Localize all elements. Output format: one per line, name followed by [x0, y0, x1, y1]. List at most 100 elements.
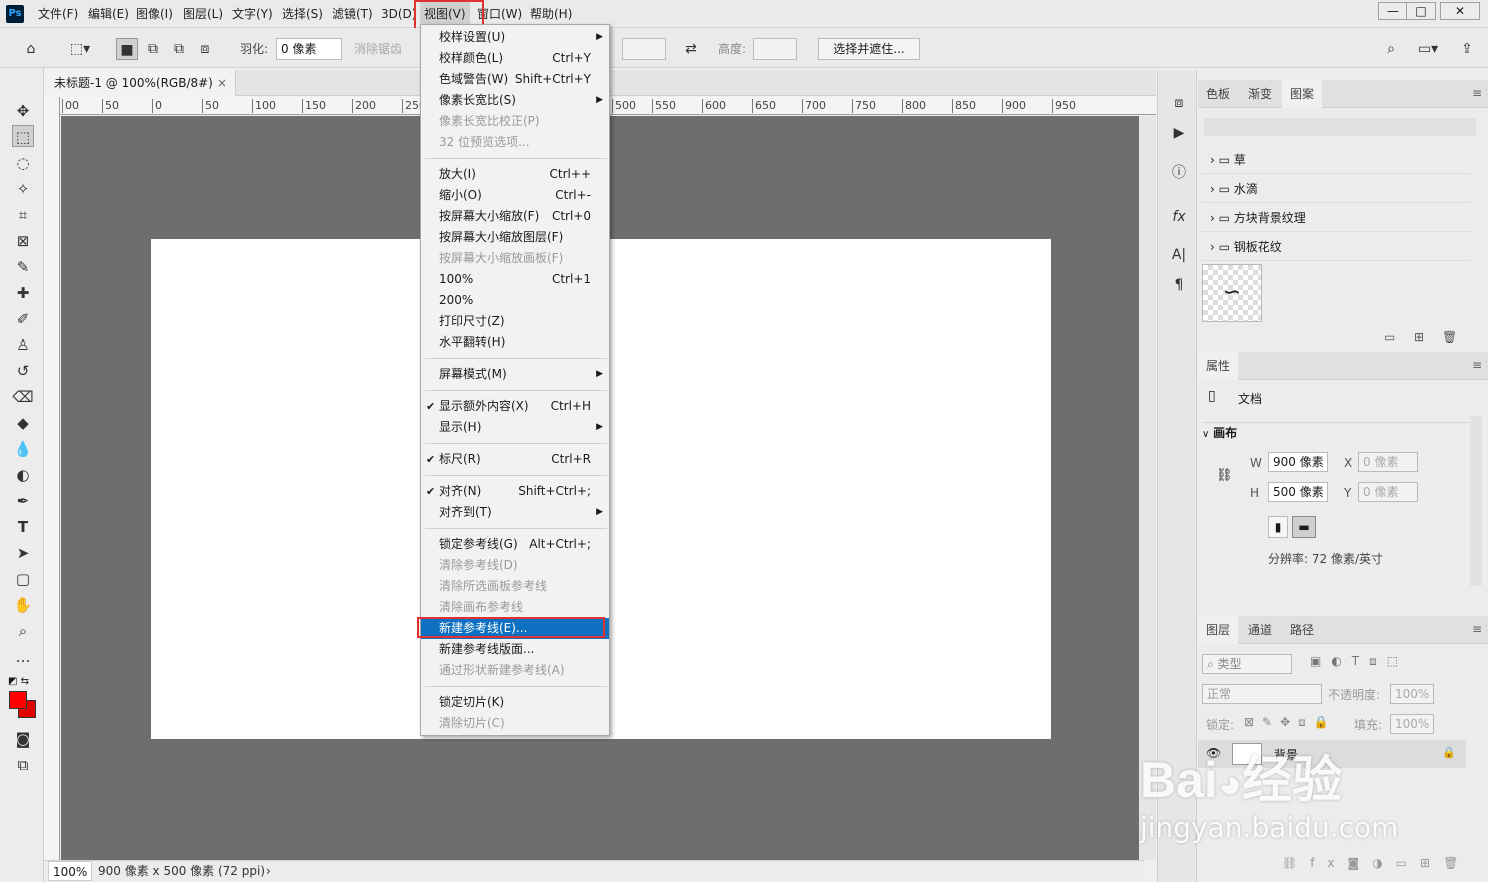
eraser-tool-icon[interactable]: ⌫: [12, 386, 34, 408]
select-and-mask-button[interactable]: 选择并遮住...: [818, 38, 920, 60]
frame-tool-icon[interactable]: ⊠: [12, 230, 34, 252]
lasso-tool-icon[interactable]: ◌: [12, 152, 34, 174]
pattern-group[interactable]: › ▭ 方块背景纹理: [1202, 204, 1470, 232]
minimize-button[interactable]: —: [1378, 2, 1408, 20]
layer-filter-icons[interactable]: ▣◐T⧈⬚: [1310, 654, 1408, 669]
panel-menu-icon[interactable]: ≡: [1472, 622, 1482, 636]
height-input[interactable]: [753, 38, 797, 60]
paragraph-icon[interactable]: ¶: [1168, 274, 1190, 296]
shape-tool-icon[interactable]: ▢: [12, 568, 34, 590]
menu-file[interactable]: 文件(F): [38, 0, 78, 28]
marquee-preset-icon[interactable]: ⬚▾: [62, 38, 98, 60]
view-menu-item[interactable]: ✔ 显示额外内容(X) Ctrl+H: [421, 396, 609, 417]
pattern-group[interactable]: › ▭ 钢板花纹: [1202, 233, 1470, 261]
tab-channels[interactable]: 通道: [1240, 616, 1280, 644]
status-menu-arrow[interactable]: ›: [266, 861, 271, 881]
eyedropper-icon[interactable]: ✎: [12, 256, 34, 278]
menu-3d[interactable]: 3D(D): [381, 0, 416, 28]
info-icon[interactable]: ⓘ: [1168, 162, 1190, 184]
actions-play-icon[interactable]: ▶: [1168, 122, 1190, 144]
view-menu-item[interactable]: 缩小(O) Ctrl+-: [421, 185, 609, 206]
view-menu-item[interactable]: 对齐到(T) ▶: [421, 502, 609, 523]
dodge-tool-icon[interactable]: ◐: [12, 464, 34, 486]
type-tool-icon[interactable]: T: [12, 516, 34, 538]
lock-icons[interactable]: ⊠✎✥⧈🔒: [1244, 715, 1337, 730]
vertical-scrollbar[interactable]: [1139, 116, 1156, 860]
layer-filter-select[interactable]: ⌕ 类型: [1202, 654, 1292, 674]
maximize-button[interactable]: □: [1406, 2, 1436, 20]
tab-layers[interactable]: 图层: [1198, 616, 1239, 644]
brush-tool-icon[interactable]: ✐: [12, 308, 34, 330]
pattern-group[interactable]: › ▭ 草: [1202, 146, 1470, 174]
new-pattern-icon[interactable]: ⊞: [1414, 330, 1424, 344]
vertical-ruler[interactable]: [44, 97, 60, 860]
foreground-color-swatch[interactable]: [9, 691, 27, 709]
zoom-tool-icon[interactable]: ⌕: [12, 620, 34, 642]
stamp-tool-icon[interactable]: ♙: [12, 334, 34, 356]
link-icon[interactable]: ⛓: [1216, 468, 1233, 483]
zoom-level[interactable]: 100%: [48, 861, 93, 881]
character-icon[interactable]: A|: [1168, 244, 1190, 266]
default-colors-icon[interactable]: ◩ ⇆: [8, 676, 29, 687]
canvas-section[interactable]: ∨ 画布: [1202, 422, 1470, 441]
width-input[interactable]: [622, 38, 666, 60]
view-menu-item[interactable]: 打印尺寸(Z): [421, 311, 609, 332]
quick-mask-icon[interactable]: ◙: [12, 728, 34, 750]
paint-bucket-icon[interactable]: ◆: [12, 412, 34, 434]
hand-tool-icon[interactable]: ✋: [12, 594, 34, 616]
workspace-icon[interactable]: ▭▾: [1410, 38, 1446, 60]
new-group-icon[interactable]: ▭: [1384, 330, 1395, 344]
pen-tool-icon[interactable]: ✒: [12, 490, 34, 512]
pattern-thumbnail[interactable]: ∽: [1202, 264, 1262, 322]
view-menu-item[interactable]: 按屏幕大小缩放图层(F): [421, 227, 609, 248]
antialias-checkbox[interactable]: 消除锯齿: [354, 38, 402, 60]
panel-menu-icon[interactable]: ≡: [1472, 86, 1482, 100]
panel-menu-icon[interactable]: ≡: [1472, 358, 1482, 372]
view-menu-item[interactable]: 锁定切片(K): [421, 692, 609, 713]
menu-type[interactable]: 文字(Y): [232, 0, 273, 28]
fill-input[interactable]: 100%: [1390, 714, 1434, 734]
move-tool-icon[interactable]: ✥: [12, 100, 34, 122]
document-tab[interactable]: 未标题-1 @ 100%(RGB/8#) ×: [46, 70, 236, 96]
tab-properties[interactable]: 属性: [1198, 352, 1239, 380]
canvas-height-input[interactable]: 500 像素: [1268, 482, 1328, 502]
search-icon[interactable]: ⌕: [1380, 38, 1402, 60]
menu-filter[interactable]: 滤镜(T): [332, 0, 373, 28]
view-menu-item[interactable]: 按屏幕大小缩放(F) Ctrl+0: [421, 206, 609, 227]
crop-tool-icon[interactable]: ⌗: [12, 204, 34, 226]
subtract-selection-icon[interactable]: ⧉: [168, 38, 190, 60]
menu-image[interactable]: 图像(I): [136, 0, 173, 28]
delete-icon[interactable]: 🗑: [1442, 330, 1457, 344]
close-tab-icon[interactable]: ×: [217, 70, 227, 96]
feather-input[interactable]: 0 像素: [276, 38, 342, 60]
pattern-search-input[interactable]: [1204, 118, 1476, 136]
tab-swatches[interactable]: 色板: [1198, 80, 1238, 108]
home-icon[interactable]: ⌂: [20, 38, 42, 60]
view-menu-item[interactable]: 屏幕模式(M) ▶: [421, 364, 609, 385]
menu-edit[interactable]: 编辑(E): [88, 0, 129, 28]
view-menu-item[interactable]: 显示(H) ▶: [421, 417, 609, 438]
layer-bottom-icons[interactable]: ⛓fx◙◑▭⊞🗑: [1282, 856, 1471, 870]
styles-fx-icon[interactable]: fx: [1168, 206, 1190, 228]
marquee-tool-icon[interactable]: ⬚: [12, 125, 34, 147]
healing-brush-icon[interactable]: ✚: [12, 282, 34, 304]
view-menu-item[interactable]: ✔ 对齐(N) Shift+Ctrl+;: [421, 481, 609, 502]
pattern-group[interactable]: › ▭ 水滴: [1202, 175, 1470, 203]
add-selection-icon[interactable]: ⧉: [142, 38, 164, 60]
intersect-selection-icon[interactable]: ⧈: [194, 38, 216, 60]
view-menu-item[interactable]: 色域警告(W) Shift+Ctrl+Y: [421, 69, 609, 90]
view-menu-item[interactable]: 校样设置(U) ▶: [421, 27, 609, 48]
view-menu-item[interactable]: ✔ 标尺(R) Ctrl+R: [421, 449, 609, 470]
screen-mode-icon[interactable]: ⧉: [12, 754, 34, 776]
canvas-width-input[interactable]: 900 像素: [1268, 452, 1328, 472]
close-window-button[interactable]: ✕: [1440, 2, 1480, 20]
view-menu-item[interactable]: 校样颜色(L) Ctrl+Y: [421, 48, 609, 69]
view-menu-item[interactable]: 100% Ctrl+1: [421, 269, 609, 290]
share-icon[interactable]: ⇪: [1456, 38, 1478, 60]
blend-mode-select[interactable]: 正常: [1202, 684, 1322, 704]
menu-layer[interactable]: 图层(L): [183, 0, 223, 28]
magic-wand-icon[interactable]: ✧: [12, 178, 34, 200]
tab-paths[interactable]: 路径: [1282, 616, 1322, 644]
blur-tool-icon[interactable]: 💧: [12, 438, 34, 460]
opacity-input[interactable]: 100%: [1390, 684, 1434, 704]
